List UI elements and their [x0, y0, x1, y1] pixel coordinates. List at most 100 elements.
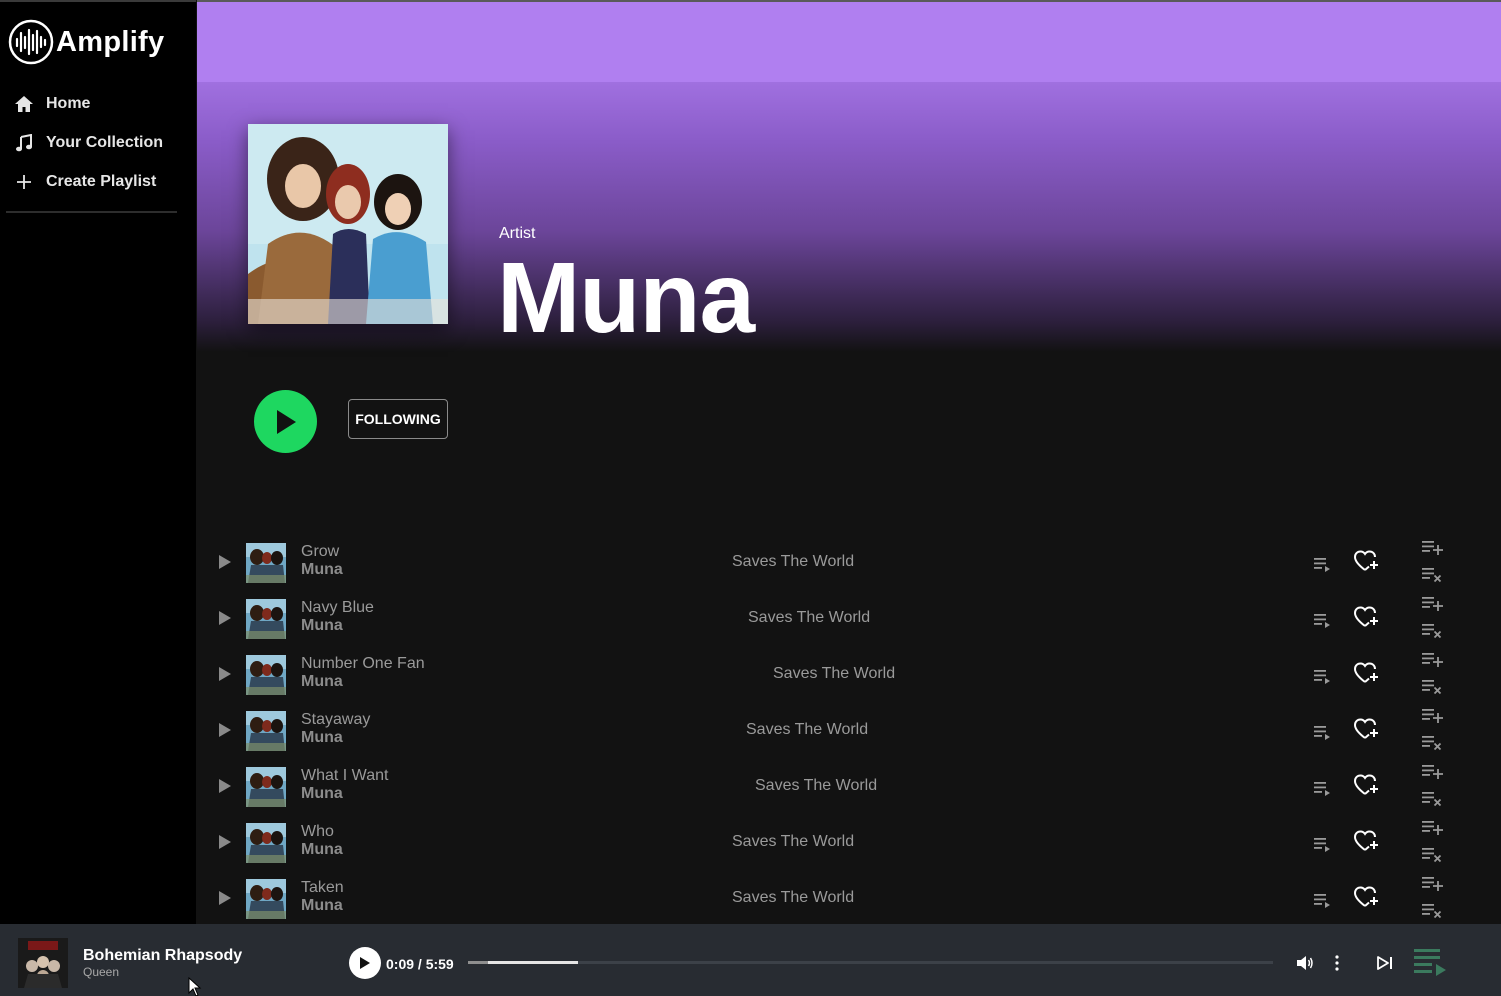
- track-thumbnail: [246, 543, 286, 583]
- sidebar-item-create-playlist[interactable]: Create Playlist: [0, 162, 196, 201]
- track-album[interactable]: Saves The World: [746, 721, 868, 739]
- track-artist[interactable]: Muna: [301, 561, 343, 579]
- add-to-queue-icon[interactable]: [1313, 835, 1331, 853]
- now-playing-album-art[interactable]: [18, 938, 68, 988]
- track-row[interactable]: Navy Blue Muna Saves The World: [197, 591, 1501, 647]
- top-bar: [197, 0, 1501, 82]
- amplify-logo-icon: [8, 19, 54, 65]
- track-thumbnail: [246, 823, 286, 863]
- add-to-queue-icon[interactable]: [1313, 611, 1331, 629]
- play-artist-button[interactable]: [254, 390, 317, 453]
- track-play-icon[interactable]: [218, 890, 232, 906]
- track-row[interactable]: Number One Fan Muna Saves The World: [197, 647, 1501, 703]
- following-button[interactable]: FOLLOWING: [348, 399, 448, 439]
- track-album[interactable]: Saves The World: [755, 777, 877, 795]
- track-thumbnail: [246, 879, 286, 919]
- track-row[interactable]: Grow Muna Saves The World: [197, 535, 1501, 591]
- artist-name: Muna: [497, 242, 755, 354]
- add-to-playlist-icon[interactable]: [1421, 763, 1443, 779]
- track-album[interactable]: Saves The World: [732, 889, 854, 907]
- sidebar: Amplify Home Your Collection Create Play…: [0, 0, 196, 924]
- app-name: Amplify: [56, 25, 165, 58]
- home-icon: [14, 94, 34, 114]
- track-title[interactable]: Stayaway: [301, 711, 370, 729]
- skip-next-icon[interactable]: [1376, 955, 1394, 971]
- track-title[interactable]: Taken: [301, 879, 344, 897]
- plus-icon: [14, 172, 34, 192]
- add-to-playlist-icon[interactable]: [1421, 707, 1443, 723]
- add-to-queue-icon[interactable]: [1313, 779, 1331, 797]
- sidebar-item-label: Home: [46, 94, 91, 112]
- track-thumbnail: [246, 655, 286, 695]
- track-artist[interactable]: Muna: [301, 897, 343, 915]
- remove-from-playlist-icon[interactable]: [1421, 735, 1443, 751]
- track-artist[interactable]: Muna: [301, 673, 343, 691]
- add-to-queue-icon[interactable]: [1313, 555, 1331, 573]
- add-to-playlist-icon[interactable]: [1421, 819, 1443, 835]
- track-artist[interactable]: Muna: [301, 785, 343, 803]
- queue-icon[interactable]: [1412, 946, 1448, 978]
- track-play-icon[interactable]: [218, 722, 232, 738]
- add-to-playlist-icon[interactable]: [1421, 539, 1443, 555]
- like-heart-plus-icon[interactable]: [1354, 774, 1380, 796]
- remove-from-playlist-icon[interactable]: [1421, 791, 1443, 807]
- player-play-button[interactable]: [349, 947, 381, 979]
- like-heart-plus-icon[interactable]: [1354, 662, 1380, 684]
- track-title[interactable]: Navy Blue: [301, 599, 374, 617]
- add-to-playlist-icon[interactable]: [1421, 595, 1443, 611]
- now-playing-artist[interactable]: Queen: [83, 965, 119, 979]
- track-album[interactable]: Saves The World: [748, 609, 870, 627]
- volume-icon[interactable]: [1296, 955, 1314, 971]
- remove-from-playlist-icon[interactable]: [1421, 847, 1443, 863]
- track-play-icon[interactable]: [218, 778, 232, 794]
- now-playing-title[interactable]: Bohemian Rhapsody: [83, 947, 242, 965]
- track-album[interactable]: Saves The World: [732, 833, 854, 851]
- track-play-icon[interactable]: [218, 834, 232, 850]
- track-album[interactable]: Saves The World: [773, 665, 895, 683]
- track-play-icon[interactable]: [218, 610, 232, 626]
- remove-from-playlist-icon[interactable]: [1421, 567, 1443, 583]
- track-play-icon[interactable]: [218, 554, 232, 570]
- remove-from-playlist-icon[interactable]: [1421, 679, 1443, 695]
- track-title[interactable]: Who: [301, 823, 334, 841]
- track-row[interactable]: What I Want Muna Saves The World: [197, 759, 1501, 815]
- like-heart-plus-icon[interactable]: [1354, 550, 1380, 572]
- track-row[interactable]: Taken Muna Saves The World: [197, 871, 1501, 924]
- remove-from-playlist-icon[interactable]: [1421, 903, 1443, 919]
- like-heart-plus-icon[interactable]: [1354, 886, 1380, 908]
- track-title[interactable]: What I Want: [301, 767, 388, 785]
- sidebar-item-label: Your Collection: [46, 133, 164, 151]
- remove-from-playlist-icon[interactable]: [1421, 623, 1443, 639]
- track-album[interactable]: Saves The World: [732, 553, 854, 571]
- more-options-icon[interactable]: [1331, 954, 1343, 972]
- sidebar-item-label: Create Playlist: [46, 172, 157, 190]
- track-title[interactable]: Grow: [301, 543, 339, 561]
- add-to-queue-icon[interactable]: [1313, 891, 1331, 909]
- like-heart-plus-icon[interactable]: [1354, 830, 1380, 852]
- artist-image: [248, 124, 448, 324]
- sidebar-divider: [6, 211, 177, 213]
- sidebar-item-your-collection[interactable]: Your Collection: [0, 123, 196, 162]
- add-to-playlist-icon[interactable]: [1421, 651, 1443, 667]
- sidebar-nav: Home Your Collection Create Playlist: [0, 84, 196, 201]
- track-artist[interactable]: Muna: [301, 841, 343, 859]
- sidebar-item-home[interactable]: Home: [0, 84, 196, 123]
- track-thumbnail: [246, 711, 286, 751]
- play-icon: [276, 409, 296, 434]
- track-play-icon[interactable]: [218, 666, 232, 682]
- music-note-icon: [14, 133, 34, 153]
- track-artist[interactable]: Muna: [301, 617, 343, 635]
- add-to-queue-icon[interactable]: [1313, 667, 1331, 685]
- logo[interactable]: Amplify: [8, 18, 164, 66]
- track-title[interactable]: Number One Fan: [301, 655, 425, 673]
- main-content: Artist Muna FOLLOWING Grow Muna Saves Th…: [197, 0, 1501, 924]
- add-to-queue-icon[interactable]: [1313, 723, 1331, 741]
- like-heart-plus-icon[interactable]: [1354, 718, 1380, 740]
- progress-bar[interactable]: [468, 961, 1273, 964]
- like-heart-plus-icon[interactable]: [1354, 606, 1380, 628]
- add-to-playlist-icon[interactable]: [1421, 875, 1443, 891]
- track-row[interactable]: Who Muna Saves The World: [197, 815, 1501, 871]
- track-artist[interactable]: Muna: [301, 729, 343, 747]
- track-row[interactable]: Stayaway Muna Saves The World: [197, 703, 1501, 759]
- progress-bar-fill: [468, 961, 578, 964]
